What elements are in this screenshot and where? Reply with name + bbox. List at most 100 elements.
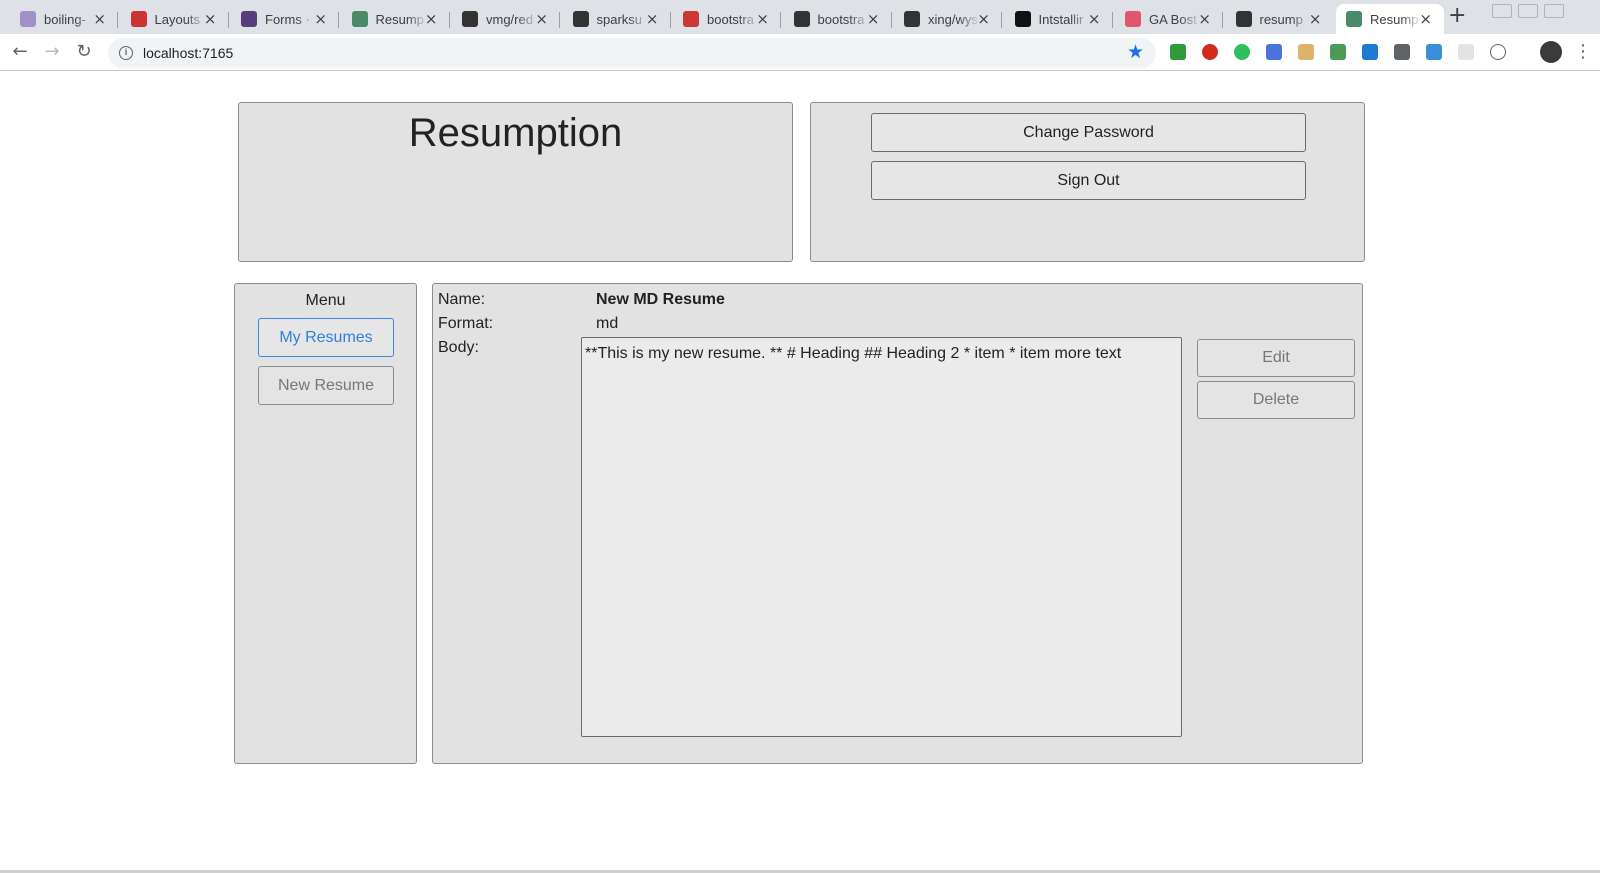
resume-format: md — [596, 315, 619, 332]
github-icon — [904, 11, 920, 27]
tab-separator — [780, 12, 781, 28]
resume-body[interactable]: **This is my new resume. ** # Heading ##… — [581, 337, 1182, 737]
extension-icon[interactable] — [1170, 44, 1186, 60]
edit-button[interactable]: Edit — [1197, 339, 1355, 377]
tab-separator — [448, 12, 450, 28]
browser-tab[interactable]: Layouts × — [121, 4, 229, 34]
browser-tab[interactable]: resump × — [1226, 4, 1334, 34]
profile-avatar[interactable] — [1540, 41, 1562, 63]
extension-icon[interactable] — [1458, 44, 1474, 60]
bootstrap-icon — [241, 11, 257, 27]
github-icon — [793, 11, 810, 27]
url-text[interactable]: localhost:7165 — [143, 45, 233, 61]
header-account-panel: Change Password Sign Out — [810, 102, 1365, 262]
close-tab-icon[interactable]: × — [977, 10, 990, 28]
tab-title: bootstra — [707, 11, 754, 27]
extension-icon[interactable] — [1362, 44, 1378, 60]
browser-tab[interactable]: Resump × — [342, 4, 450, 34]
tab-separator — [669, 12, 671, 28]
browser-tab[interactable]: Intstallir × — [1005, 4, 1113, 34]
browser-tab[interactable]: sparksu × — [563, 4, 671, 34]
tab-title: bootstra — [817, 11, 865, 27]
menu-title: Menu — [305, 292, 346, 309]
tab-title: sparksu — [596, 11, 643, 27]
github-icon — [1235, 11, 1252, 27]
tab-separator — [117, 12, 118, 28]
extension-icon[interactable] — [1426, 44, 1442, 60]
format-label: Format: — [438, 315, 494, 332]
delete-button[interactable]: Delete — [1197, 381, 1355, 419]
back-icon[interactable]: ← — [8, 40, 32, 64]
browser-tab[interactable]: GA Bost × — [1115, 4, 1223, 34]
github-icon — [1014, 11, 1031, 27]
extension-icon[interactable] — [1330, 44, 1346, 60]
menu-panel: Menu My Resumes New Resume — [234, 283, 417, 764]
body-label: Body: — [438, 339, 479, 356]
tab-strip: boiling- × Layouts × Forms · × Resump × vmg/red ×… — [0, 0, 1600, 34]
close-tab-icon[interactable]: × — [1309, 10, 1322, 28]
browser-tab[interactable]: bootstra × — [673, 4, 781, 34]
new-resume-button[interactable]: New Resume — [258, 366, 394, 405]
tab-title: xing/wys — [928, 11, 978, 27]
ga-icon — [1125, 11, 1141, 27]
close-tab-icon[interactable]: × — [867, 10, 880, 28]
bookmark-star-icon[interactable]: ★ — [1127, 41, 1144, 63]
github-icon — [462, 11, 478, 27]
sign-out-button[interactable]: Sign Out — [871, 161, 1306, 200]
close-tab-icon[interactable]: × — [1419, 10, 1432, 28]
app-title: Resumption — [408, 111, 623, 155]
github-icon — [572, 11, 589, 27]
tab-separator — [1001, 12, 1002, 28]
close-tab-icon[interactable]: × — [314, 10, 327, 28]
close-window-button[interactable] — [1544, 4, 1564, 18]
npm-icon — [683, 11, 699, 27]
tab-title: Resump — [1370, 11, 1419, 27]
browser-menu-icon[interactable]: ⋮ — [1574, 41, 1592, 62]
name-label: Name: — [438, 291, 486, 308]
close-tab-icon[interactable]: × — [535, 10, 548, 28]
close-tab-icon[interactable]: × — [1198, 10, 1211, 28]
browser-toolbar: ← → ↻ i localhost:7165 ★ ⋮ — [0, 34, 1600, 71]
evernote-icon[interactable] — [1234, 44, 1250, 60]
close-tab-icon[interactable]: × — [204, 10, 217, 28]
browser-tab[interactable]: vmg/red × — [452, 4, 560, 34]
tab-separator — [1111, 12, 1113, 28]
close-tab-icon[interactable]: × — [425, 10, 438, 28]
tab-title: resump — [1259, 11, 1303, 27]
my-resumes-button[interactable]: My Resumes — [258, 318, 394, 357]
header-title-panel: Resumption — [238, 102, 793, 262]
maximize-button[interactable] — [1518, 4, 1538, 18]
extension-icon[interactable] — [1298, 44, 1314, 60]
minimize-button[interactable] — [1492, 4, 1512, 18]
reload-icon[interactable]: ↻ — [72, 40, 96, 64]
address-bar[interactable]: i localhost:7165 ★ — [108, 38, 1156, 68]
tab-separator — [1222, 12, 1223, 28]
tab-title: Layouts — [154, 11, 201, 27]
browser-tab[interactable]: xing/wys × — [894, 4, 1002, 34]
extension-icon[interactable] — [1394, 44, 1410, 60]
app-icon — [351, 11, 368, 27]
browser-tab[interactable]: boiling- × — [10, 4, 118, 34]
change-password-button[interactable]: Change Password — [871, 113, 1306, 152]
tab-title: vmg/red — [486, 11, 533, 27]
forward-icon[interactable]: → — [40, 40, 64, 64]
close-tab-icon[interactable]: × — [93, 10, 106, 28]
close-tab-icon[interactable]: × — [756, 10, 769, 28]
browser-tab[interactable]: bootstra × — [784, 4, 892, 34]
tab-separator — [338, 12, 339, 28]
info-icon[interactable]: i — [119, 46, 133, 60]
browser-tab[interactable]: Resump × — [1336, 4, 1444, 34]
close-tab-icon[interactable]: × — [646, 10, 659, 28]
extension-icon[interactable] — [1490, 44, 1506, 60]
app-icon — [1346, 11, 1362, 27]
tab-title: Resump — [375, 11, 424, 27]
rails-icon — [130, 11, 147, 27]
tab-separator — [890, 12, 892, 28]
tab-title: Forms · — [265, 11, 310, 27]
extension-icon[interactable] — [1202, 44, 1218, 60]
close-tab-icon[interactable]: × — [1088, 10, 1101, 28]
extension-icon[interactable] — [1266, 44, 1282, 60]
new-tab-button[interactable]: + — [1448, 3, 1466, 28]
browser-tab[interactable]: Forms · × — [231, 4, 339, 34]
tab-separator — [227, 12, 229, 28]
